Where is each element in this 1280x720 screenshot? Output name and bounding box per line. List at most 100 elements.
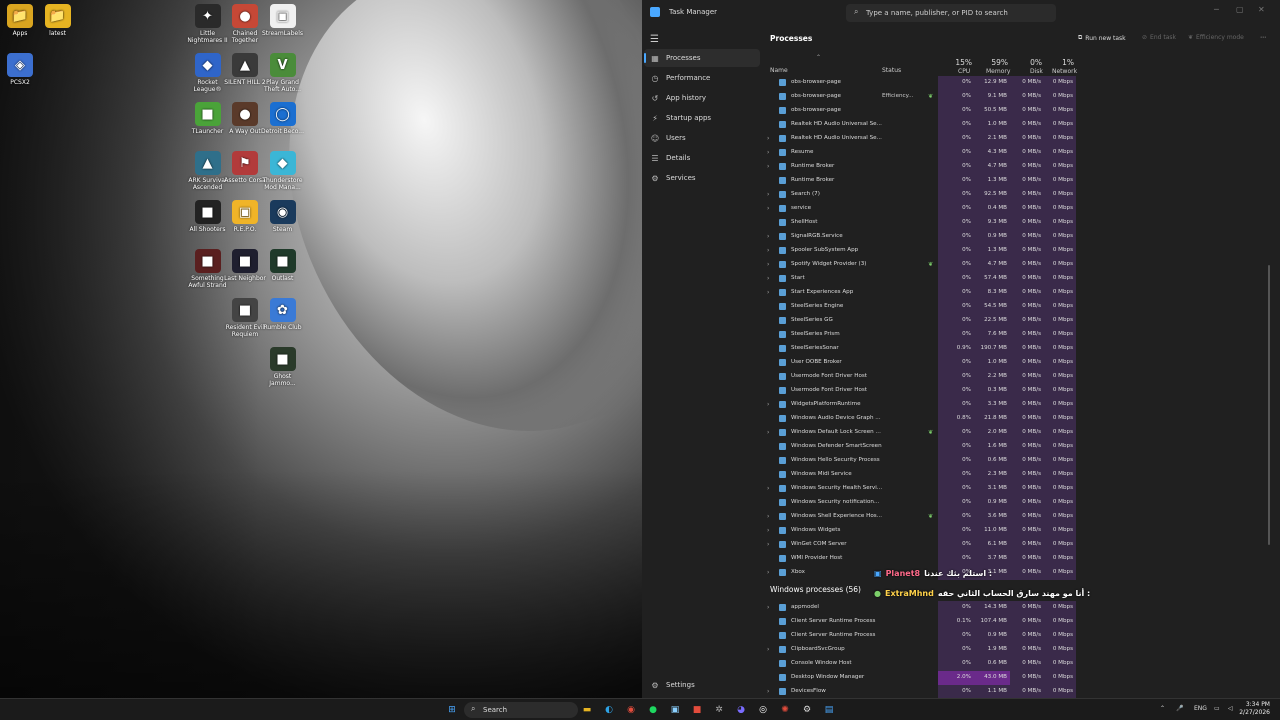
table-row[interactable]: › Spooler SubSystem App 0% 1.3 MB 0 MB/s 0 Mb… [762, 244, 1280, 258]
edge-icon[interactable]: ◐ [602, 703, 616, 717]
settings-icon[interactable]: ✲ [712, 703, 726, 717]
table-row[interactable]: obs-browser-page Efficiency... ❦ 0% 9.1 MB 0 … [762, 90, 1280, 104]
expand-chevron-icon[interactable]: › [767, 569, 769, 576]
desktop-icon[interactable]: 📁 latest [36, 4, 80, 37]
table-row[interactable]: SteelSeries GG 0% 22.5 MB 0 MB/s 0 Mbps [762, 314, 1280, 328]
expand-chevron-icon[interactable]: › [767, 135, 769, 142]
discord-icon[interactable]: ◕ [734, 703, 748, 717]
obs-icon[interactable]: ◎ [756, 703, 770, 717]
steam-icon[interactable]: ⚙ [800, 703, 814, 717]
expand-chevron-icon[interactable]: › [767, 646, 769, 653]
sidebar-item-users[interactable]: ☺ Users [644, 129, 760, 147]
column-disk[interactable]: Disk [1030, 68, 1043, 75]
expand-chevron-icon[interactable]: › [767, 275, 769, 282]
clock[interactable]: 3:34 PM 2/27/2026 [1239, 701, 1270, 717]
table-row[interactable]: Windows Audio Device Graph ... 0.8% 21.8 M… [762, 412, 1280, 426]
table-row[interactable]: › service 0% 0.4 MB 0 MB/s 0 Mbps [762, 202, 1280, 216]
desktop-icon[interactable]: ◆ Thunderstore Mod Mana... [261, 151, 305, 191]
desktop-icon[interactable]: ■ Ghost Jammo... [261, 347, 305, 387]
sidebar-item-processes[interactable]: ▦ Processes [644, 49, 760, 67]
expand-chevron-icon[interactable]: › [767, 205, 769, 212]
table-row[interactable]: SteelSeries Engine 0% 54.5 MB 0 MB/s 0 Mbps [762, 300, 1280, 314]
desktop-icon[interactable]: ▣ StreamLabels [261, 4, 305, 37]
table-row[interactable]: › Start Experiences App 0% 8.3 MB 0 MB/s 0 Mb… [762, 286, 1280, 300]
table-row[interactable]: Console Window Host 0% 0.6 MB 0 MB/s 0 Mbps [762, 657, 1280, 671]
task-manager-taskbar-icon[interactable]: ▤ [822, 703, 836, 717]
expand-chevron-icon[interactable]: › [767, 233, 769, 240]
table-row[interactable]: obs-browser-page 0% 50.5 MB 0 MB/s 0 Mbps [762, 104, 1280, 118]
table-row[interactable]: Client Server Runtime Process 0% 0.9 MB 0 M… [762, 629, 1280, 643]
table-row[interactable]: › Windows Security Health Servi... 0% 3.1 M… [762, 482, 1280, 496]
maximize-button[interactable]: ▢ [1236, 5, 1244, 14]
microphone-icon[interactable]: 🎤 [1176, 705, 1183, 712]
minimize-button[interactable]: ─ [1214, 5, 1219, 14]
table-row[interactable]: SteelSeriesSonar 0.9% 190.7 MB 0 MB/s 0 Mbps [762, 342, 1280, 356]
table-row[interactable]: › Spotify Widget Provider (3) ❦ 0% 4.7 MB 0 M… [762, 258, 1280, 272]
table-row[interactable]: Realtek HD Audio Universal Se... 0% 1.0 MB… [762, 118, 1280, 132]
expand-chevron-icon[interactable]: › [767, 261, 769, 268]
table-row[interactable]: › Xbox 0% 3.1 MB 0 MB/s 0 Mbps [762, 566, 1280, 580]
volume-icon[interactable]: ◁ [1228, 705, 1233, 712]
expand-chevron-icon[interactable]: › [767, 527, 769, 534]
table-row[interactable]: Client Server Runtime Process 0.1% 107.4 M… [762, 615, 1280, 629]
desktop-icon[interactable]: ■ Outlast [261, 249, 305, 282]
table-row[interactable]: Usermode Font Driver Host 0% 0.3 MB 0 MB/s 0… [762, 384, 1280, 398]
sidebar-item-startup-apps[interactable]: ⚡ Startup apps [644, 109, 760, 127]
scrollbar[interactable] [1268, 265, 1270, 545]
desktop-icon[interactable]: ◉ Steam [261, 200, 305, 233]
sidebar-item-performance[interactable]: ◷ Performance [644, 69, 760, 87]
expand-chevron-icon[interactable]: › [767, 429, 769, 436]
table-row[interactable]: Windows Hello Security Process 0% 0.6 MB 0 … [762, 454, 1280, 468]
column-network[interactable]: Network [1052, 68, 1077, 75]
expand-chevron-icon[interactable]: › [767, 541, 769, 548]
spotify-icon[interactable]: ● [646, 703, 660, 717]
desktop-icon[interactable]: ✿ Rumble Club [261, 298, 305, 331]
desktop-icon[interactable]: V Play Grand Theft Auto... [261, 53, 305, 93]
sidebar-item-services[interactable]: ⚙ Services [644, 169, 760, 187]
table-row[interactable]: WMI Provider Host 0% 3.7 MB 0 MB/s 0 Mbps [762, 552, 1280, 566]
end-task-button[interactable]: ⊘ End task [1142, 34, 1176, 41]
table-row[interactable]: › DevicesFlow 0% 1.1 MB 0 MB/s 0 Mbps [762, 685, 1280, 698]
table-row[interactable]: obs-browser-page 0% 12.9 MB 0 MB/s 0 Mbps [762, 76, 1280, 90]
file-explorer-icon[interactable]: ▬ [580, 703, 594, 717]
table-row[interactable]: › Resume 0% 4.3 MB 0 MB/s 0 Mbps [762, 146, 1280, 160]
expand-chevron-icon[interactable]: › [767, 149, 769, 156]
table-row[interactable]: › Windows Widgets 0% 11.0 MB 0 MB/s 0 Mbps [762, 524, 1280, 538]
close-button[interactable]: ✕ [1258, 5, 1265, 14]
expand-chevron-icon[interactable]: › [767, 513, 769, 520]
column-status[interactable]: Status [882, 67, 901, 74]
table-row[interactable]: User OOBE Broker 0% 1.0 MB 0 MB/s 0 Mbps [762, 356, 1280, 370]
start-icon[interactable]: ⊞ [445, 703, 459, 717]
expand-chevron-icon[interactable]: › [767, 247, 769, 254]
table-row[interactable]: › ClipboardSvcGroup 0% 1.9 MB 0 MB/s 0 Mbps [762, 643, 1280, 657]
network-icon[interactable]: ▭ [1214, 705, 1220, 712]
steelseries-icon[interactable]: ✺ [778, 703, 792, 717]
run-new-task-button[interactable]: ⧉ Run new task [1078, 34, 1126, 42]
table-row[interactable]: › Runtime Broker 0% 4.7 MB 0 MB/s 0 Mbps [762, 160, 1280, 174]
menu-icon[interactable]: ☰ [650, 34, 659, 45]
sidebar-item-settings[interactable]: ⚙ Settings [644, 676, 760, 694]
table-row[interactable]: › Start 0% 57.4 MB 0 MB/s 0 Mbps [762, 272, 1280, 286]
column-memory[interactable]: Memory [986, 68, 1010, 75]
expand-chevron-icon[interactable]: › [767, 604, 769, 611]
chevron-up-icon[interactable]: ⌃ [1160, 705, 1165, 712]
table-row[interactable]: Windows Security notification... 0% 0.9 MB… [762, 496, 1280, 510]
table-row[interactable]: ShellHost 0% 9.3 MB 0 MB/s 0 Mbps [762, 216, 1280, 230]
column-name[interactable]: Name [770, 67, 788, 74]
table-row[interactable]: › Search (7) 0% 92.5 MB 0 MB/s 0 Mbps [762, 188, 1280, 202]
expand-chevron-icon[interactable]: › [767, 401, 769, 408]
table-row[interactable]: Runtime Broker 0% 1.3 MB 0 MB/s 0 Mbps [762, 174, 1280, 188]
taskbar-search[interactable]: ⌕ Search [464, 702, 578, 718]
table-row[interactable]: › SignalRGB.Service 0% 0.9 MB 0 MB/s 0 Mbps [762, 230, 1280, 244]
expand-chevron-icon[interactable]: › [767, 289, 769, 296]
language-indicator[interactable]: ENG [1194, 705, 1207, 712]
expand-chevron-icon[interactable]: › [767, 191, 769, 198]
sidebar-item-details[interactable]: ☰ Details [644, 149, 760, 167]
expand-chevron-icon[interactable]: › [767, 485, 769, 492]
more-options-button[interactable]: ⋯ [1260, 34, 1266, 41]
chrome-icon[interactable]: ◉ [624, 703, 638, 717]
table-row[interactable]: Windows Midi Service 0% 2.3 MB 0 MB/s 0 Mbps [762, 468, 1280, 482]
table-row[interactable]: › WinGet COM Server 0% 6.1 MB 0 MB/s 0 Mbps [762, 538, 1280, 552]
table-row[interactable]: › Realtek HD Audio Universal Se... 0% 2.1 M… [762, 132, 1280, 146]
table-row[interactable]: › Windows Shell Experience Hos... ❦ 0% 3.6 M… [762, 510, 1280, 524]
